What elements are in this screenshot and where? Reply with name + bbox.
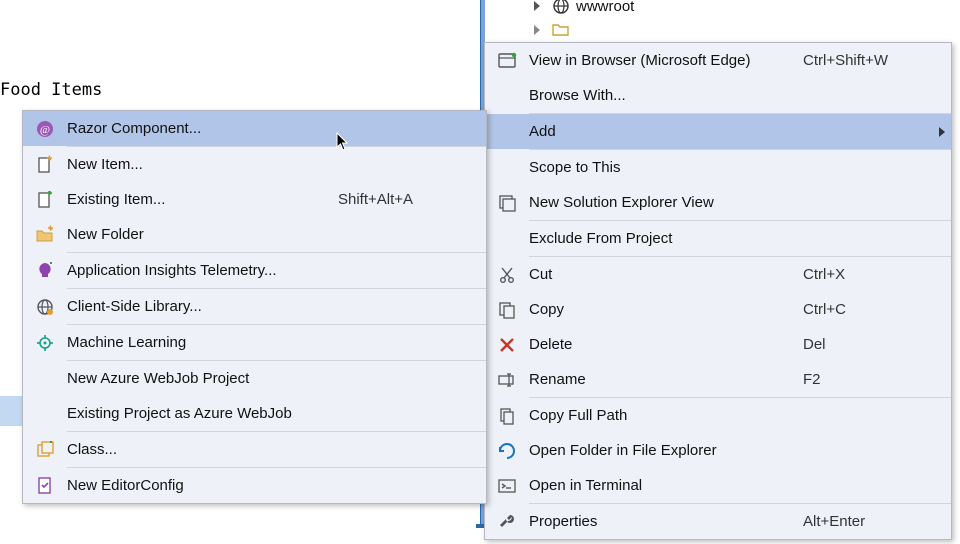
tree-row-folder[interactable]: [504, 18, 948, 42]
menu-item-label: Application Insights Telemetry...: [67, 262, 338, 279]
menu-item-label: New EditorConfig: [67, 477, 338, 494]
add-submenu-item[interactable]: @ Razor Component...: [23, 111, 486, 146]
new-folder-icon: [23, 225, 67, 245]
menu-item-shortcut: Shift+Alt+A: [338, 191, 468, 208]
context-menu[interactable]: View in Browser (Microsoft Edge)Ctrl+Shi…: [484, 42, 952, 540]
rename-icon: [485, 370, 529, 390]
tree-label: wwwroot: [576, 0, 634, 15]
new-view-icon: [485, 193, 529, 213]
appinsights-icon: [23, 261, 67, 281]
code-text: Food Items: [0, 80, 102, 100]
copy-icon: [485, 300, 529, 320]
existing-item-icon: [23, 190, 67, 210]
menu-item-label: Class...: [67, 441, 338, 458]
menu-item-label: Rename: [529, 371, 803, 388]
solution-explorer-fragment: wwwroot: [504, 0, 948, 44]
properties-icon: [485, 512, 529, 532]
menu-item-label: Delete: [529, 336, 803, 353]
context-menu-item[interactable]: PropertiesAlt+Enter: [485, 504, 951, 539]
menu-item-label: Client-Side Library...: [67, 298, 338, 315]
razor-icon: @: [23, 119, 67, 139]
add-submenu-item[interactable]: Machine Learning: [23, 325, 486, 360]
add-submenu-item[interactable]: Client-Side Library...: [23, 289, 486, 324]
tree-row-wwwroot[interactable]: wwwroot: [504, 0, 948, 18]
context-menu-item[interactable]: Open Folder in File Explorer: [485, 433, 951, 468]
context-menu-item[interactable]: Browse With...: [485, 78, 951, 113]
cut-icon: [485, 265, 529, 285]
tree-expand-icon[interactable]: [534, 1, 540, 11]
menu-item-shortcut: F2: [803, 371, 933, 388]
menu-item-label: New Item...: [67, 156, 338, 173]
context-menu-item[interactable]: Add: [485, 114, 951, 149]
menu-item-label: Browse With...: [529, 87, 803, 104]
menu-item-label: Razor Component...: [67, 120, 338, 137]
add-submenu-item[interactable]: New Folder: [23, 217, 486, 252]
menu-item-label: Existing Project as Azure WebJob: [67, 405, 338, 422]
context-menu-item[interactable]: View in Browser (Microsoft Edge)Ctrl+Shi…: [485, 43, 951, 78]
context-menu-item[interactable]: CopyCtrl+C: [485, 292, 951, 327]
menu-item-shortcut: Del: [803, 336, 933, 353]
client-library-icon: [23, 297, 67, 317]
menu-item-label: Copy Full Path: [529, 407, 803, 424]
menu-item-label: Add: [529, 123, 803, 140]
context-menu-item[interactable]: DeleteDel: [485, 327, 951, 362]
svg-text:@: @: [40, 124, 50, 136]
menu-item-label: New Folder: [67, 226, 338, 243]
add-submenu-item[interactable]: New Azure WebJob Project: [23, 361, 486, 396]
folder-icon: [552, 21, 570, 39]
menu-item-label: New Solution Explorer View: [529, 194, 803, 211]
open-folder-icon: [485, 441, 529, 461]
globe-icon: [552, 0, 570, 15]
menu-item-label: Machine Learning: [67, 334, 338, 351]
context-menu-item[interactable]: Open in Terminal: [485, 468, 951, 503]
copy-path-icon: [485, 406, 529, 426]
context-menu-item[interactable]: Copy Full Path: [485, 398, 951, 433]
add-submenu-item[interactable]: Existing Item...Shift+Alt+A: [23, 182, 486, 217]
tree-expand-icon[interactable]: [534, 25, 540, 35]
menu-item-shortcut: Alt+Enter: [803, 513, 933, 530]
ml-icon: [23, 333, 67, 353]
add-submenu-item[interactable]: New Item...: [23, 147, 486, 182]
menu-item-shortcut: Ctrl+C: [803, 301, 933, 318]
menu-item-label: Existing Item...: [67, 191, 338, 208]
context-menu-item[interactable]: RenameF2: [485, 362, 951, 397]
menu-item-label: Exclude From Project: [529, 230, 803, 247]
browser-icon: [485, 51, 529, 71]
add-submenu-item[interactable]: Existing Project as Azure WebJob: [23, 396, 486, 431]
menu-item-label: Open in Terminal: [529, 477, 803, 494]
menu-item-label: View in Browser (Microsoft Edge): [529, 52, 803, 69]
context-menu-item[interactable]: Exclude From Project: [485, 221, 951, 256]
menu-item-label: Copy: [529, 301, 803, 318]
add-submenu-item[interactable]: Application Insights Telemetry...: [23, 253, 486, 288]
context-menu-item[interactable]: CutCtrl+X: [485, 257, 951, 292]
editorconfig-icon: [23, 476, 67, 496]
context-menu-item[interactable]: New Solution Explorer View: [485, 185, 951, 220]
menu-item-label: Scope to This: [529, 159, 803, 176]
add-submenu[interactable]: @ Razor Component... New Item... Existing I…: [22, 110, 487, 504]
menu-item-shortcut: Ctrl+X: [803, 266, 933, 283]
context-menu-item[interactable]: Scope to This: [485, 150, 951, 185]
menu-item-label: New Azure WebJob Project: [67, 370, 338, 387]
terminal-icon: [485, 476, 529, 496]
add-submenu-item[interactable]: New EditorConfig: [23, 468, 486, 503]
submenu-arrow-icon: [933, 127, 951, 137]
menu-item-label: Open Folder in File Explorer: [529, 442, 803, 459]
new-item-icon: [23, 155, 67, 175]
add-submenu-item[interactable]: Class...: [23, 432, 486, 467]
menu-item-shortcut: Ctrl+Shift+W: [803, 52, 933, 69]
menu-item-label: Properties: [529, 513, 803, 530]
class-icon: [23, 440, 67, 460]
menu-item-label: Cut: [529, 266, 803, 283]
delete-icon: [485, 335, 529, 355]
